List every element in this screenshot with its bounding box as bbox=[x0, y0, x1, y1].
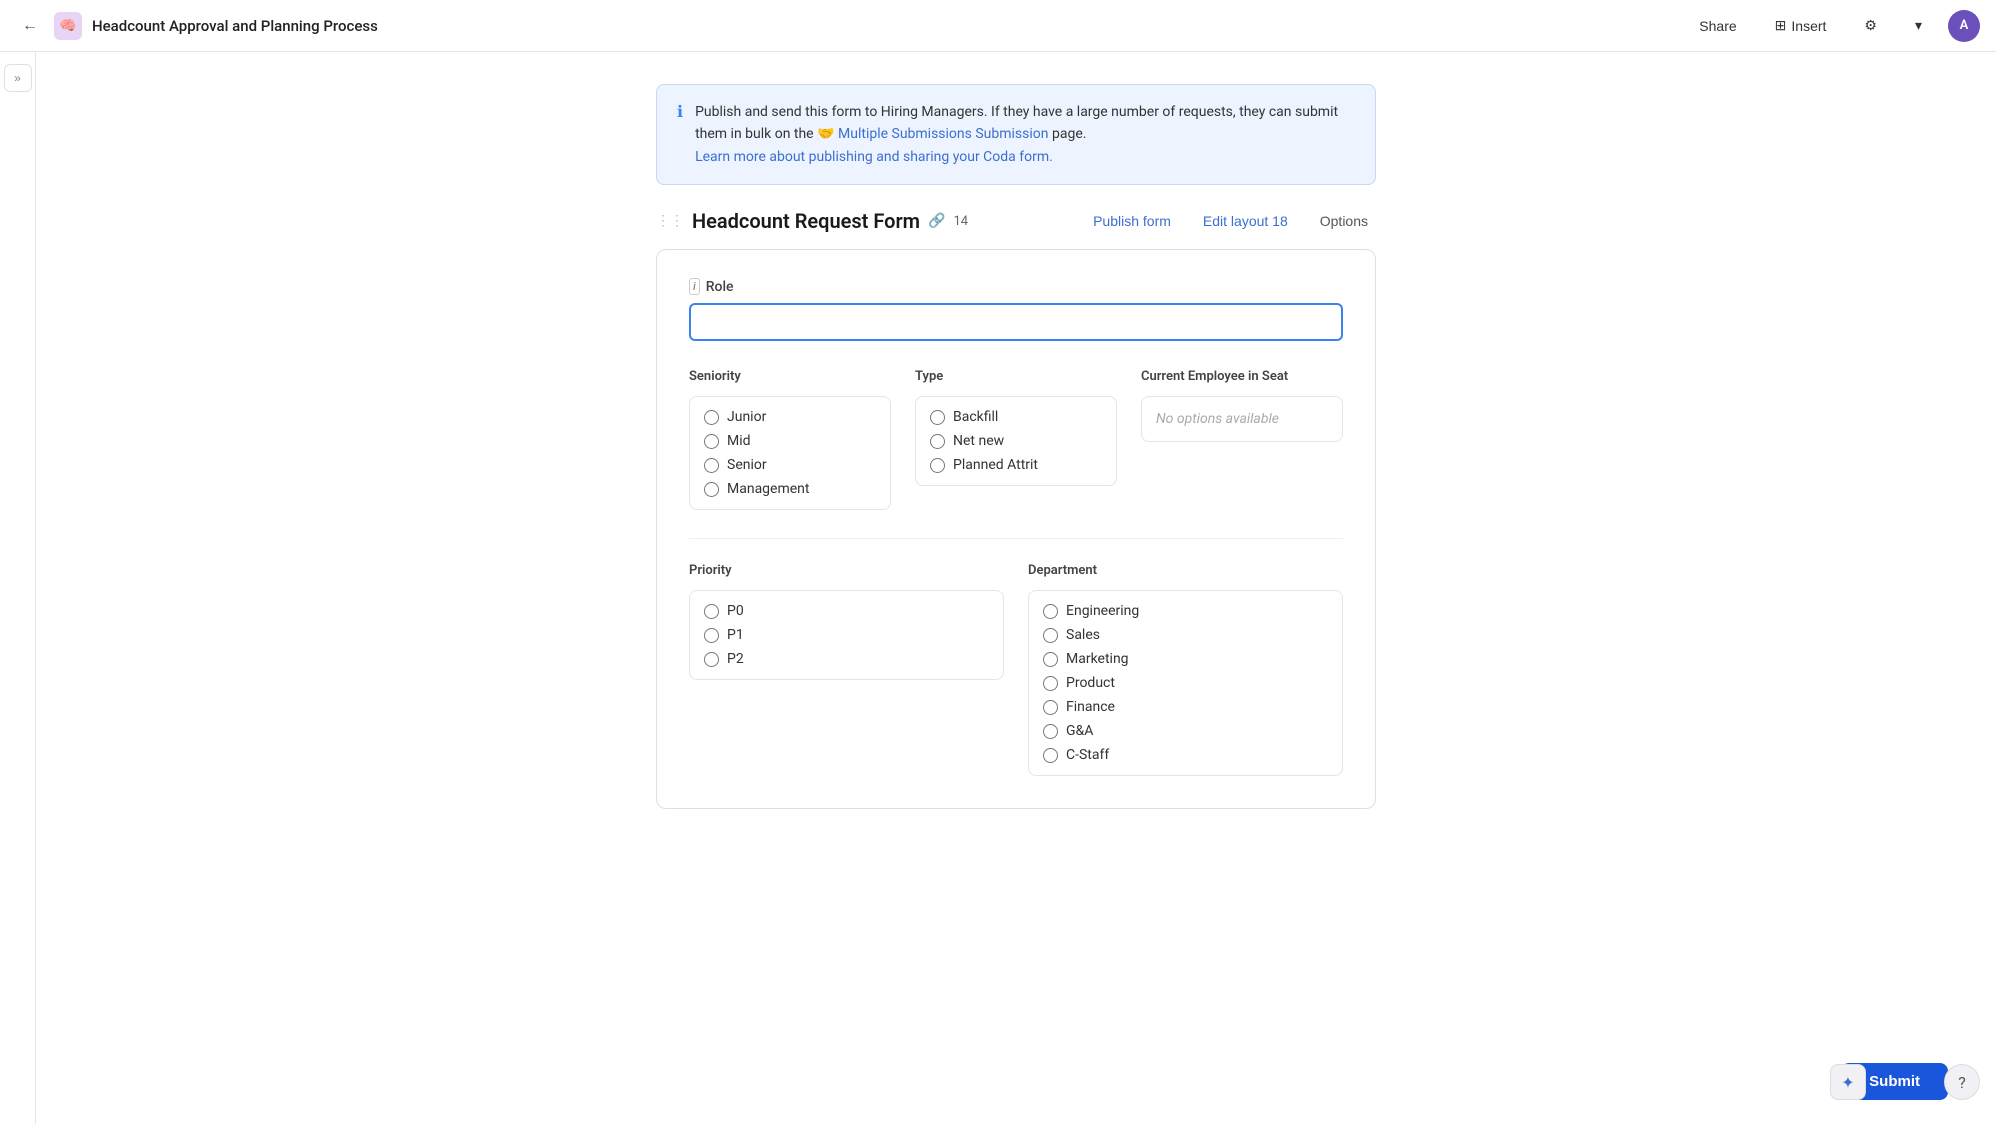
department-label: Department bbox=[1028, 563, 1343, 578]
seniority-management[interactable]: Management bbox=[704, 481, 876, 497]
sparkle-button[interactable]: ✦ bbox=[1830, 1064, 1866, 1100]
form-card: i Role Seniority Junior bbox=[656, 249, 1376, 809]
dept-cstaff[interactable]: C-Staff bbox=[1043, 747, 1328, 763]
sidebar-toggle[interactable]: » bbox=[4, 64, 32, 92]
main-content: ℹ Publish and send this form to Hiring M… bbox=[36, 52, 1996, 1124]
more-button[interactable]: ▾ bbox=[1903, 11, 1934, 40]
info-banner-text: Publish and send this form to Hiring Man… bbox=[695, 101, 1355, 168]
edit-layout-button[interactable]: Edit layout 18 bbox=[1195, 209, 1296, 233]
seniority-mid[interactable]: Mid bbox=[704, 433, 876, 449]
priority-radio-list: P0 P1 P2 bbox=[689, 590, 1004, 680]
dept-engineering[interactable]: Engineering bbox=[1043, 603, 1328, 619]
fields-row-bottom: Priority P0 P1 bbox=[689, 563, 1343, 776]
priority-p2[interactable]: P2 bbox=[704, 651, 989, 667]
current-employee-group: Current Employee in Seat No options avai… bbox=[1141, 369, 1343, 510]
doc-emoji: 🧠 bbox=[59, 18, 76, 34]
fields-row-top: Seniority Junior Mid bbox=[689, 369, 1343, 510]
topnav-left: ← 🧠 Headcount Approval and Planning Proc… bbox=[16, 12, 1675, 40]
seniority-label: Seniority bbox=[689, 369, 891, 384]
type-group: Type Backfill Net new bbox=[915, 369, 1117, 510]
link-emoji: 🤝 bbox=[817, 126, 834, 142]
doc-title: Headcount Approval and Planning Process bbox=[92, 17, 378, 35]
dept-marketing-radio[interactable] bbox=[1043, 652, 1058, 667]
learn-more-link[interactable]: Learn more about publishing and sharing … bbox=[695, 149, 1053, 165]
priority-p2-radio[interactable] bbox=[704, 652, 719, 667]
seniority-junior[interactable]: Junior bbox=[704, 409, 876, 425]
dept-cstaff-radio[interactable] bbox=[1043, 748, 1058, 763]
form-section-title-row: ⋮⋮ Headcount Request Form 🔗 14 bbox=[656, 209, 968, 233]
seniority-junior-radio[interactable] bbox=[704, 410, 719, 425]
priority-p1[interactable]: P1 bbox=[704, 627, 989, 643]
info-icon: ℹ bbox=[677, 102, 683, 168]
dept-engineering-radio[interactable] bbox=[1043, 604, 1058, 619]
divider bbox=[689, 538, 1343, 539]
dept-product-radio[interactable] bbox=[1043, 676, 1058, 691]
link-icon[interactable]: 🔗 bbox=[928, 213, 945, 229]
insert-button[interactable]: ⊞ Insert bbox=[1763, 11, 1839, 40]
options-button[interactable]: Options bbox=[1312, 209, 1376, 233]
dept-gna-radio[interactable] bbox=[1043, 724, 1058, 739]
no-options-placeholder: No options available bbox=[1141, 396, 1343, 442]
department-group: Department Engineering Sales bbox=[1028, 563, 1343, 776]
priority-group: Priority P0 P1 bbox=[689, 563, 1004, 776]
dept-finance-radio[interactable] bbox=[1043, 700, 1058, 715]
type-backfill-radio[interactable] bbox=[930, 410, 945, 425]
topnav: ← 🧠 Headcount Approval and Planning Proc… bbox=[0, 0, 1996, 52]
publish-form-button[interactable]: Publish form bbox=[1085, 209, 1179, 233]
drag-handle[interactable]: ⋮⋮ bbox=[656, 213, 684, 229]
type-label: Type bbox=[915, 369, 1117, 384]
seniority-radio-list: Junior Mid Senior bbox=[689, 396, 891, 510]
sidebar: » bbox=[0, 52, 36, 1124]
dept-finance[interactable]: Finance bbox=[1043, 699, 1328, 715]
avatar[interactable]: A bbox=[1948, 10, 1980, 42]
role-field-section: i Role bbox=[689, 278, 1343, 341]
dept-sales-radio[interactable] bbox=[1043, 628, 1058, 643]
role-label-icon: i bbox=[689, 278, 700, 295]
count-badge: 14 bbox=[953, 214, 968, 229]
dept-sales[interactable]: Sales bbox=[1043, 627, 1328, 643]
form-section-title: Headcount Request Form bbox=[692, 209, 920, 233]
seniority-senior-radio[interactable] bbox=[704, 458, 719, 473]
multiple-submissions-link[interactable]: Multiple Submissions Submission bbox=[838, 126, 1048, 142]
dept-marketing[interactable]: Marketing bbox=[1043, 651, 1328, 667]
layout: » ℹ Publish and send this form to Hiring… bbox=[0, 52, 1996, 1124]
settings-icon: ⚙ bbox=[1864, 17, 1877, 34]
department-radio-list: Engineering Sales Marketing bbox=[1028, 590, 1343, 776]
type-net-new-radio[interactable] bbox=[930, 434, 945, 449]
type-radio-list: Backfill Net new Planned Attrit bbox=[915, 396, 1117, 486]
current-employee-label: Current Employee in Seat bbox=[1141, 369, 1343, 384]
chevron-down-icon: ▾ bbox=[1915, 17, 1922, 34]
priority-p0[interactable]: P0 bbox=[704, 603, 989, 619]
dept-gna[interactable]: G&A bbox=[1043, 723, 1328, 739]
back-button[interactable]: ← bbox=[16, 12, 44, 40]
role-input[interactable] bbox=[689, 303, 1343, 341]
type-net-new[interactable]: Net new bbox=[930, 433, 1102, 449]
type-planned-attrit[interactable]: Planned Attrit bbox=[930, 457, 1102, 473]
insert-icon: ⊞ bbox=[1775, 17, 1787, 34]
form-section-header: ⋮⋮ Headcount Request Form 🔗 14 Publish f… bbox=[656, 209, 1376, 233]
priority-p1-radio[interactable] bbox=[704, 628, 719, 643]
priority-label: Priority bbox=[689, 563, 1004, 578]
form-section-wrapper: ⋮⋮ Headcount Request Form 🔗 14 Publish f… bbox=[656, 209, 1376, 809]
doc-icon: 🧠 bbox=[54, 12, 82, 40]
dept-product[interactable]: Product bbox=[1043, 675, 1328, 691]
seniority-mid-radio[interactable] bbox=[704, 434, 719, 449]
help-button[interactable]: ? bbox=[1944, 1064, 1980, 1100]
type-backfill[interactable]: Backfill bbox=[930, 409, 1102, 425]
topnav-right: Share ⊞ Insert ⚙ ▾ A bbox=[1687, 10, 1980, 42]
seniority-management-radio[interactable] bbox=[704, 482, 719, 497]
seniority-senior[interactable]: Senior bbox=[704, 457, 876, 473]
form-actions: Publish form Edit layout 18 Options bbox=[1085, 209, 1376, 233]
seniority-group: Seniority Junior Mid bbox=[689, 369, 891, 510]
priority-p0-radio[interactable] bbox=[704, 604, 719, 619]
type-planned-attrit-radio[interactable] bbox=[930, 458, 945, 473]
settings-button[interactable]: ⚙ bbox=[1852, 11, 1889, 40]
share-button[interactable]: Share bbox=[1687, 12, 1748, 40]
info-banner: ℹ Publish and send this form to Hiring M… bbox=[656, 84, 1376, 185]
role-label: i Role bbox=[689, 278, 1343, 295]
